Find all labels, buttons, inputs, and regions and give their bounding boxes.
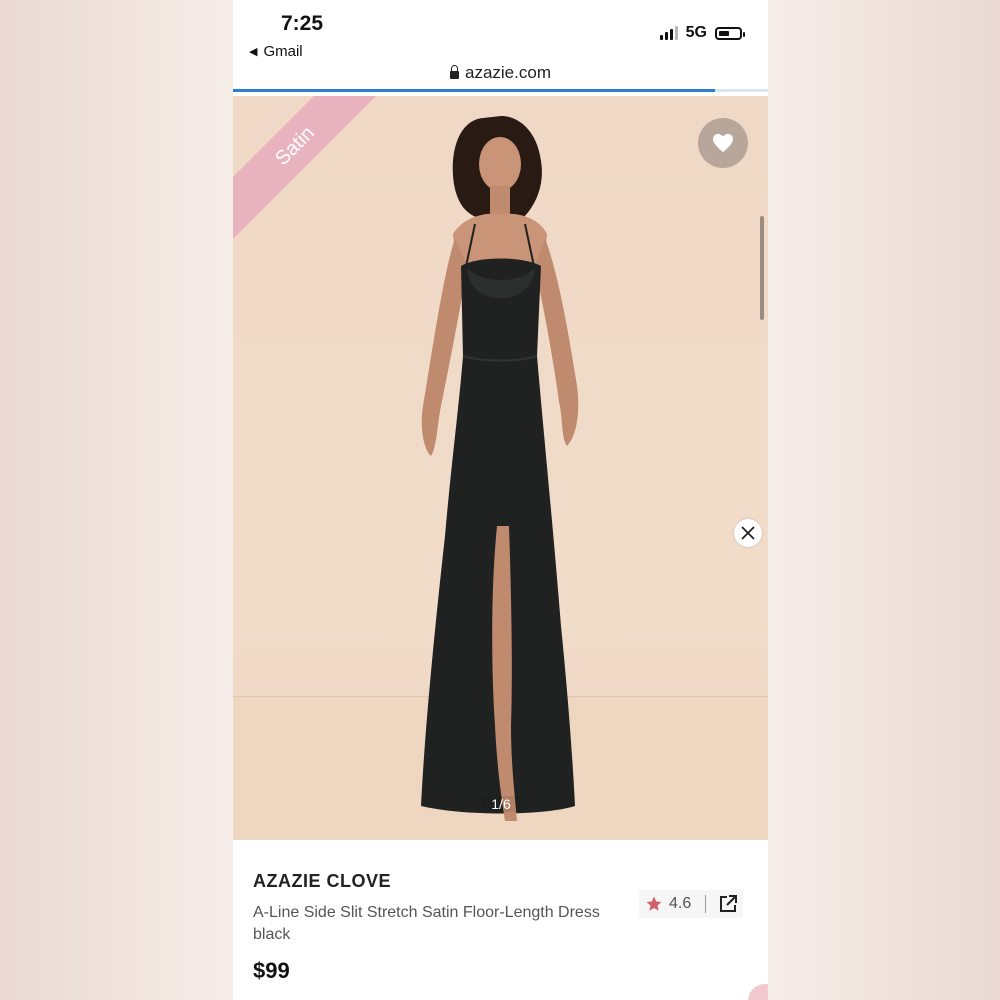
phone-screen: 7:25 ◀ Gmail 5G azazie.com Satin 1/6 AZA… (233, 0, 768, 1000)
favorite-button[interactable] (698, 118, 748, 168)
image-counter: 1/6 (481, 796, 521, 812)
back-arrow-icon: ◀ (249, 46, 258, 58)
rating-widget[interactable]: 4.6 (639, 890, 743, 918)
network-type: 5G (685, 24, 707, 41)
close-icon (741, 526, 755, 540)
product-description: A-Line Side Slit Stretch Satin Floor-Len… (253, 904, 600, 943)
satin-badge: Satin (233, 96, 389, 240)
floating-chat-button[interactable] (748, 984, 768, 1000)
share-button[interactable] (718, 894, 738, 914)
status-indicators: 5G (659, 24, 745, 42)
divider (705, 895, 707, 913)
scroll-indicator[interactable] (760, 216, 764, 320)
battery-icon (715, 26, 745, 40)
url-bar[interactable]: azazie.com (233, 63, 768, 83)
back-link-label: Gmail (263, 43, 303, 60)
star-icon (646, 896, 662, 911)
signal-icon (659, 26, 678, 40)
product-price: $99 (253, 958, 290, 983)
model-photo (421, 116, 579, 821)
rating-value: 4.6 (669, 895, 692, 912)
product-brand: AZAZIE CLOVE (253, 871, 392, 891)
url-text: azazie.com (465, 63, 551, 82)
status-time: 7:25 (281, 12, 324, 35)
progress-fill (233, 89, 715, 92)
heart-icon (713, 133, 733, 153)
page-load-progress (233, 89, 768, 92)
lock-icon (450, 65, 459, 79)
product-image-carousel[interactable]: Satin 1/6 (233, 96, 768, 840)
close-button[interactable] (734, 519, 762, 547)
share-icon (720, 895, 738, 912)
back-to-gmail-link[interactable]: ◀ Gmail (249, 43, 303, 60)
